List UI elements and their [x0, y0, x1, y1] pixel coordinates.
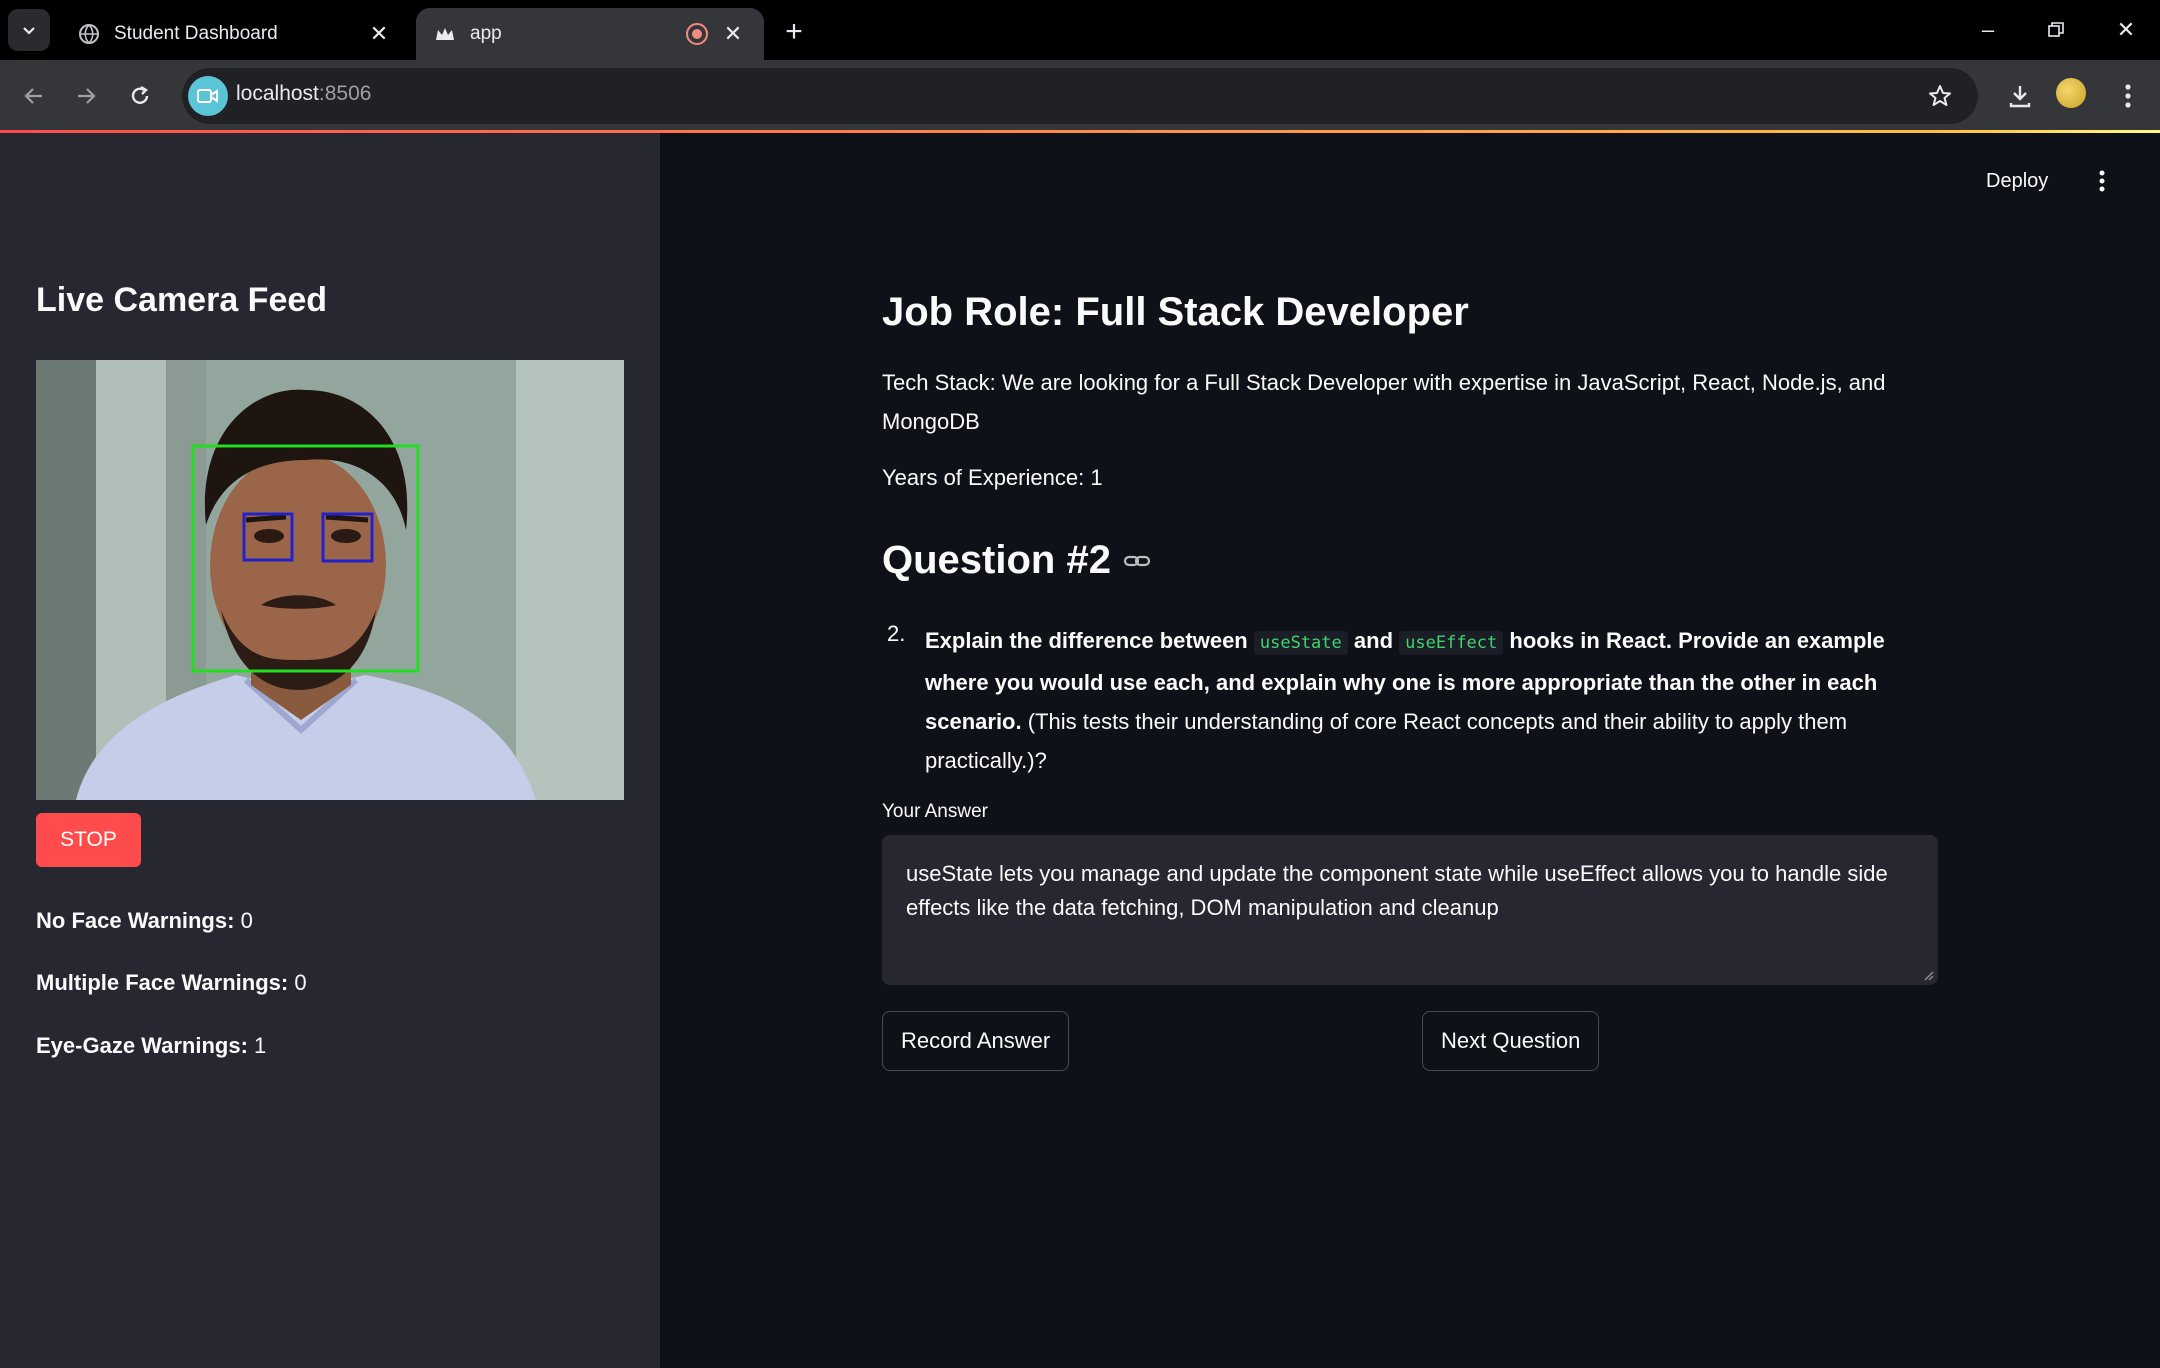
- address-bar[interactable]: localhost:8506: [182, 68, 1978, 124]
- code-useeffect: useEffect: [1399, 631, 1504, 655]
- question-number: 2.: [887, 621, 906, 646]
- link-icon[interactable]: [1123, 552, 1151, 570]
- reload-icon: [131, 85, 149, 104]
- close-icon: ✕: [2116, 17, 2136, 42]
- forward-icon: [78, 88, 96, 104]
- close-icon[interactable]: ✕: [720, 21, 746, 47]
- url-port: :8506: [318, 82, 372, 105]
- browser-tab-bar: Student Dashboard ✕ app ✕ + – ✕: [0, 0, 2160, 60]
- download-icon: [2009, 86, 2031, 108]
- eye-gaze-warnings: Eye-Gaze Warnings: 1: [36, 1033, 266, 1059]
- streamlit-crown-icon: [434, 23, 456, 45]
- question-note: (This tests their understanding of core …: [925, 709, 1848, 773]
- profile-avatar[interactable]: [2056, 78, 2086, 108]
- no-face-warnings: No Face Warnings: 0: [36, 908, 253, 934]
- url-host: localhost: [236, 82, 319, 105]
- sidebar: Live Camera Feed STOP No Face Warnings: …: [0, 133, 660, 1368]
- warning-label: Eye-Gaze Warnings:: [36, 1033, 248, 1058]
- camera-feed: [36, 360, 624, 800]
- question-heading-text: Question #2: [882, 538, 1111, 582]
- restore-icon: [2048, 22, 2064, 37]
- minimize-button[interactable]: –: [1960, 8, 2016, 52]
- close-icon[interactable]: ✕: [366, 21, 392, 47]
- tab-student-dashboard[interactable]: Student Dashboard ✕: [60, 8, 410, 60]
- new-tab-button[interactable]: +: [776, 14, 812, 50]
- question-text: Explain the difference between useState …: [925, 621, 1935, 780]
- code-usestate: useState: [1253, 631, 1348, 655]
- minimize-icon: –: [1981, 17, 1995, 42]
- tab-search-button[interactable]: [8, 9, 50, 51]
- back-icon: [24, 88, 42, 104]
- warning-label: No Face Warnings:: [36, 908, 235, 933]
- warning-value: 0: [240, 908, 253, 933]
- tech-stack-text: Tech Stack: We are looking for a Full St…: [882, 370, 1886, 434]
- sidebar-title: Live Camera Feed: [36, 281, 328, 319]
- page-title: Job Role: Full Stack Developer: [882, 290, 1469, 334]
- deploy-button[interactable]: Deploy: [1986, 170, 2048, 193]
- downloads-button[interactable]: [2000, 76, 2040, 116]
- restore-button[interactable]: [2028, 8, 2084, 52]
- tab-title: Student Dashboard: [114, 23, 278, 44]
- recording-icon: [686, 23, 708, 45]
- kebab-icon: [2125, 84, 2131, 108]
- warning-value: 1: [254, 1033, 267, 1058]
- close-window-button[interactable]: ✕: [2098, 8, 2154, 52]
- bookmark-button[interactable]: [1924, 80, 1956, 112]
- video-camera-icon: [197, 89, 218, 103]
- star-icon: [1929, 85, 1951, 106]
- main-content: Deploy Job Role: Full Stack Developer Te…: [660, 133, 2160, 1368]
- browser-menu-button[interactable]: [2108, 76, 2148, 116]
- camera-frame-illustration: [36, 360, 624, 800]
- answer-text: useState lets you manage and update the …: [906, 861, 1888, 920]
- multiple-face-warnings: Multiple Face Warnings: 0: [36, 970, 307, 996]
- stop-button[interactable]: STOP: [36, 813, 141, 867]
- years-of-experience: Years of Experience: 1: [882, 465, 1103, 490]
- warning-value: 0: [294, 970, 307, 995]
- tab-search-icon: [23, 27, 35, 35]
- url-text: localhost:8506: [236, 82, 371, 106]
- forward-button[interactable]: [64, 74, 108, 118]
- resize-handle-icon[interactable]: [1922, 969, 1934, 981]
- warning-label: Multiple Face Warnings:: [36, 970, 289, 995]
- question-heading: Question #2: [882, 538, 1151, 583]
- tab-app[interactable]: app ✕: [416, 8, 764, 60]
- reload-button[interactable]: [118, 74, 162, 118]
- site-info-button[interactable]: [188, 76, 228, 116]
- globe-icon: [78, 23, 100, 45]
- back-button[interactable]: [12, 74, 56, 118]
- question-bold-part: and: [1353, 628, 1394, 653]
- plus-icon: +: [785, 15, 803, 48]
- record-answer-button[interactable]: Record Answer: [882, 1011, 1070, 1071]
- answer-label: Your Answer: [882, 801, 988, 822]
- next-question-button[interactable]: Next Question: [1422, 1011, 1600, 1071]
- answer-textarea[interactable]: useState lets you manage and update the …: [882, 835, 1938, 985]
- tab-title: app: [470, 23, 502, 44]
- kebab-icon: [2099, 170, 2105, 192]
- app-menu-button[interactable]: [2090, 163, 2114, 199]
- browser-toolbar: localhost:8506: [0, 60, 2160, 132]
- question-bold-part: Explain the difference between: [925, 628, 1248, 653]
